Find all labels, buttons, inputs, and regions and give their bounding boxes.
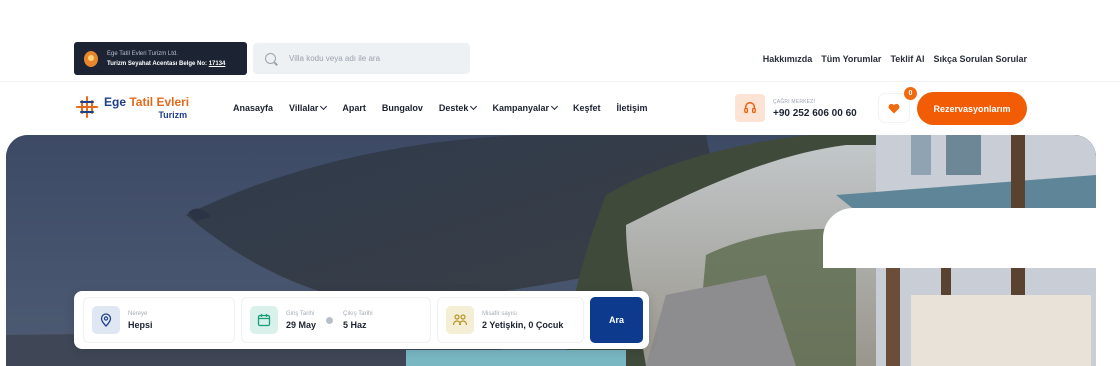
headset-icon xyxy=(735,94,765,122)
chevron-down-icon xyxy=(320,102,328,111)
nav-villas-label: Villalar xyxy=(289,103,319,113)
chevron-down-icon xyxy=(550,102,559,111)
nav-support-label: Destek xyxy=(438,103,469,113)
nav-explore[interactable]: Keşfet xyxy=(573,103,601,113)
chevron-down-icon xyxy=(470,102,478,111)
site-logo[interactable]: Ege Tatil Evleri Turizm xyxy=(76,96,189,122)
nav-campaigns[interactable]: Kampanyalar xyxy=(492,102,559,113)
checkin-value: 29 May xyxy=(286,320,317,330)
logo-name: Ege Tatil Evleri xyxy=(104,96,189,109)
location-pin-icon xyxy=(92,306,120,334)
checkin-label: Giriş Tarihi xyxy=(286,311,315,317)
call-center-text: ÇAĞRI MERKEZİ +90 252 606 00 60 xyxy=(773,96,857,120)
destination-label: Nereye xyxy=(128,311,148,317)
license-text: Ege Tatil Evleri Turizm Ltd. Turizm Seya… xyxy=(107,49,225,69)
top-link-quote[interactable]: Teklif Al xyxy=(890,54,924,64)
checkout-label: Çıkış Tarihi xyxy=(343,311,373,317)
booking-search-form: Nereye Hepsi Giriş Tarihi 29 May Çıkış T… xyxy=(74,291,649,349)
top-link-reviews[interactable]: Tüm Yorumlar xyxy=(821,54,881,64)
call-center-label: ÇAĞRI MERKEZİ xyxy=(773,99,816,105)
nav-villas[interactable]: Villalar xyxy=(289,102,328,113)
checkin-text[interactable]: Giriş Tarihi 29 May xyxy=(286,309,316,331)
nav-support[interactable]: Destek xyxy=(438,102,478,113)
guests-field[interactable]: Misafir sayısı 2 Yetişkin, 0 Çocuk xyxy=(437,297,584,343)
my-reservations-button[interactable]: Rezervasyonlarım xyxy=(917,92,1027,125)
agency-license-badge[interactable]: Ege Tatil Evleri Turizm Ltd. Turizm Seya… xyxy=(74,42,247,75)
guests-label: Misafir sayısı xyxy=(482,311,518,317)
call-center-phone[interactable]: +90 252 606 00 60 xyxy=(773,108,857,120)
nav-apart[interactable]: Apart xyxy=(342,103,366,113)
logo-text: Ege Tatil Evleri Turizm xyxy=(104,96,189,122)
guests-text: Misafir sayısı 2 Yetişkin, 0 Çocuk xyxy=(482,309,563,331)
heart-icon xyxy=(888,103,900,113)
nav-bungalow[interactable]: Bungalov xyxy=(382,103,423,113)
main-nav: Anasayfa Villalar Apart Bungalov Destek … xyxy=(233,102,648,113)
license-prefix: Turizm Seyahat Acentası Belge No: xyxy=(107,60,208,67)
license-company: Ege Tatil Evleri Turizm Ltd. xyxy=(107,50,178,57)
guests-value: 2 Yetişkin, 0 Çocuk xyxy=(482,320,564,330)
favorites-button[interactable] xyxy=(879,94,909,122)
nav-explore-label: Keşfet xyxy=(572,103,601,113)
license-number-line: Turizm Seyahat Acentası Belge No: 17134 xyxy=(107,59,225,69)
guests-icon xyxy=(446,306,474,334)
nav-contact-label: İletişim xyxy=(616,103,648,113)
call-center[interactable]: ÇAĞRI MERKEZİ +90 252 606 00 60 xyxy=(735,91,867,125)
favorites-count-badge: 0 xyxy=(904,87,917,100)
license-number[interactable]: 17134 xyxy=(209,61,226,67)
top-link-about[interactable]: Hakkımızda xyxy=(763,54,813,64)
nav-home[interactable]: Anasayfa xyxy=(233,103,273,113)
checkout-value: 5 Haz xyxy=(343,320,367,330)
destination-value: Hepsi xyxy=(128,320,153,330)
top-link-faq[interactable]: Sıkça Sorulan Sorular xyxy=(933,54,1027,64)
nav-home-label: Anasayfa xyxy=(233,103,274,113)
villa-search[interactable] xyxy=(253,43,470,74)
nav-contact[interactable]: İletişim xyxy=(617,103,648,113)
top-links: Hakkımızda Tüm Yorumlar Teklif Al Sıkça … xyxy=(763,54,1027,64)
destination-field[interactable]: Nereye Hepsi xyxy=(83,297,235,343)
hero-side-card xyxy=(823,208,1103,268)
search-button[interactable]: Ara xyxy=(590,297,643,343)
logo-mark-icon xyxy=(76,96,98,118)
logo-name-tatil-evleri: Tatil Evleri xyxy=(129,95,190,109)
nav-apart-label: Apart xyxy=(342,103,366,113)
logo-subtitle: Turizm xyxy=(158,110,188,120)
checkout-text[interactable]: Çıkış Tarihi 5 Haz xyxy=(343,309,373,331)
nav-bungalow-label: Bungalov xyxy=(381,103,423,113)
logo-name-ege: Ege xyxy=(104,95,130,109)
villa-search-input[interactable] xyxy=(289,54,459,63)
destination-text: Nereye Hepsi xyxy=(128,309,153,331)
search-icon xyxy=(265,53,276,64)
tursab-seal-icon xyxy=(84,50,98,67)
nav-campaigns-label: Kampanyalar xyxy=(492,103,549,113)
calendar-icon xyxy=(250,306,278,334)
date-separator-dot xyxy=(326,316,334,324)
header-divider xyxy=(0,81,1120,82)
page: Ege Tatil Evleri Turizm Ltd. Turizm Seya… xyxy=(0,0,1120,366)
date-range-field[interactable]: Giriş Tarihi 29 May Çıkış Tarihi 5 Haz xyxy=(241,297,431,343)
